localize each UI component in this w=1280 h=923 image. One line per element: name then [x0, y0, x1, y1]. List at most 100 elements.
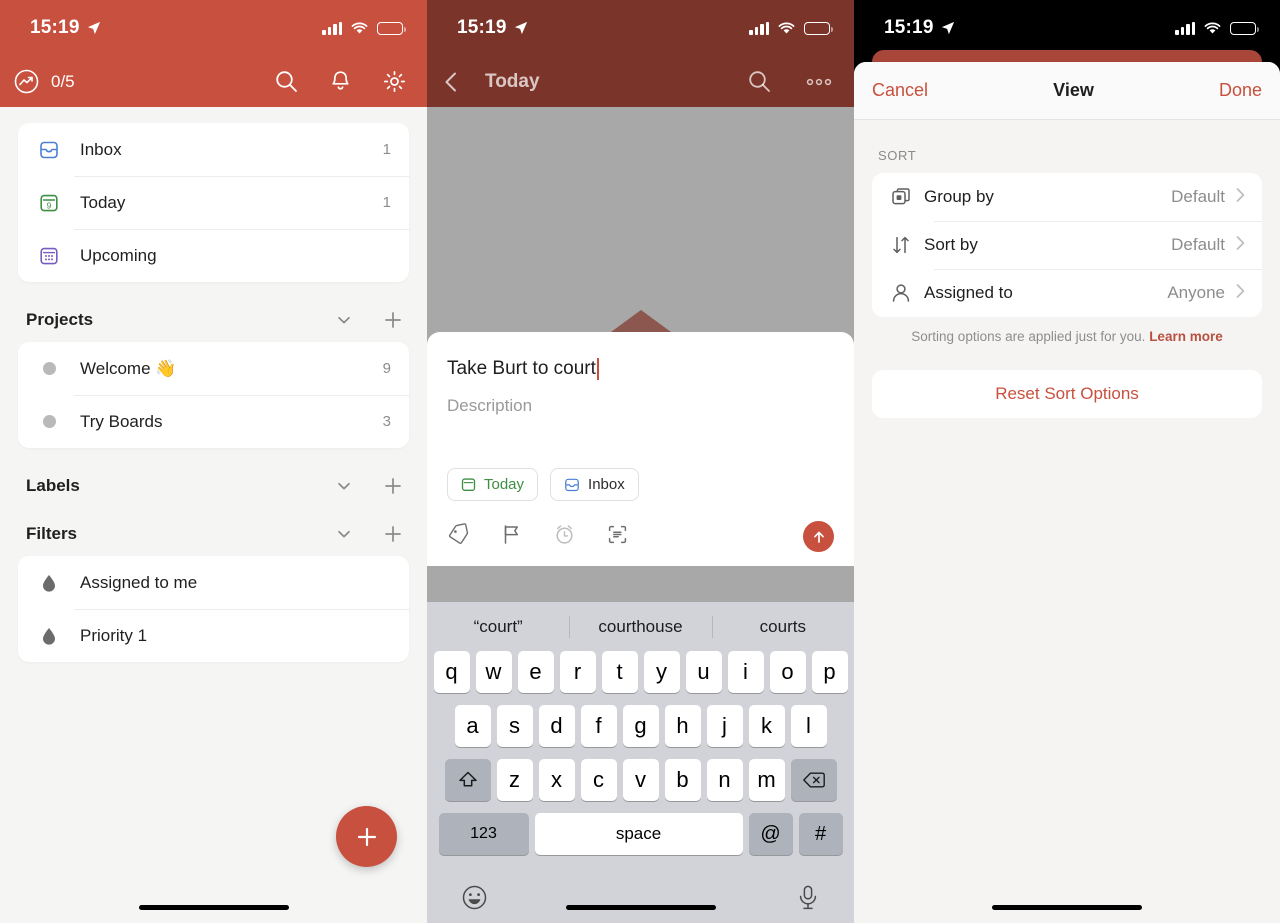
key-x[interactable]: x	[538, 759, 575, 801]
learn-more-link[interactable]: Learn more	[1149, 329, 1223, 344]
key-i[interactable]: i	[727, 651, 764, 693]
project-item-welcome[interactable]: Welcome 👋 9	[18, 342, 409, 395]
key-a[interactable]: a	[454, 705, 491, 747]
suggestion-1[interactable]: courthouse	[569, 617, 711, 637]
chevron-down-icon[interactable]	[335, 525, 353, 543]
backspace-icon[interactable]	[790, 759, 837, 801]
key-n[interactable]: n	[706, 759, 743, 801]
reminder-alarm-icon[interactable]	[553, 523, 576, 551]
key-v[interactable]: v	[622, 759, 659, 801]
key-h[interactable]: h	[664, 705, 701, 747]
chevron-left-icon[interactable]	[439, 69, 465, 95]
project-label: Try Boards	[80, 411, 163, 431]
text-caret	[596, 358, 599, 380]
key-m[interactable]: m	[748, 759, 785, 801]
key-e[interactable]: e	[517, 651, 554, 693]
key-k[interactable]: k	[748, 705, 785, 747]
project-item-try-boards[interactable]: Try Boards 3	[18, 395, 409, 448]
key-l[interactable]: l	[790, 705, 827, 747]
filters-card: Assigned to me Priority 1	[18, 556, 409, 662]
key-y[interactable]: y	[643, 651, 680, 693]
filter-drop-icon	[38, 627, 60, 645]
done-button[interactable]: Done	[1219, 80, 1262, 101]
microphone-icon[interactable]	[796, 884, 820, 911]
bell-icon[interactable]	[328, 69, 353, 94]
location-arrow-icon	[514, 21, 527, 35]
filter-item-assigned-to-me[interactable]: Assigned to me	[18, 556, 409, 609]
reset-sort-options-button[interactable]: Reset Sort Options	[872, 370, 1262, 418]
sidebar-item-upcoming[interactable]: Upcoming	[18, 229, 409, 282]
inbox-tray-icon	[38, 139, 60, 161]
at-key[interactable]: @	[748, 813, 793, 855]
key-j[interactable]: j	[706, 705, 743, 747]
key-p[interactable]: p	[811, 651, 848, 693]
option-value: Default	[1171, 235, 1225, 254]
key-o[interactable]: o	[769, 651, 806, 693]
keyboard-bottom-bar	[427, 867, 854, 923]
chevron-down-icon[interactable]	[335, 311, 353, 329]
plus-icon[interactable]	[383, 524, 403, 544]
label-tag-icon[interactable]	[447, 522, 470, 551]
calendar-upcoming-icon	[38, 245, 60, 267]
status-bar-panel2: 15:19	[427, 0, 854, 56]
sidebar-item-count: 1	[382, 194, 391, 211]
cellular-bars-icon	[749, 21, 769, 35]
gear-icon[interactable]	[382, 69, 407, 94]
task-name-input[interactable]: Take Burt to court	[447, 358, 834, 380]
key-q[interactable]: q	[433, 651, 470, 693]
task-description-input[interactable]: Description	[447, 396, 834, 416]
numbers-key[interactable]: 123	[438, 813, 529, 855]
project-dot-icon	[38, 415, 60, 428]
key-u[interactable]: u	[685, 651, 722, 693]
hash-key[interactable]: #	[798, 813, 843, 855]
sidebar-item-inbox[interactable]: Inbox 1	[18, 123, 409, 176]
status-left: 15:19	[30, 17, 101, 39]
suggestion-2[interactable]: courts	[712, 617, 854, 637]
sidebar-item-label: Inbox	[80, 139, 122, 159]
chevron-down-icon[interactable]	[335, 477, 353, 495]
page-title: Today	[485, 70, 540, 92]
chip-due-date[interactable]: Today	[447, 468, 539, 501]
search-icon[interactable]	[274, 69, 299, 94]
submit-task-button[interactable]	[803, 521, 834, 552]
section-label-sort: SORT	[878, 148, 917, 163]
key-b[interactable]: b	[664, 759, 701, 801]
cancel-button[interactable]: Cancel	[872, 80, 928, 101]
key-c[interactable]: c	[580, 759, 617, 801]
home-indicator	[565, 905, 716, 910]
priority-flag-icon[interactable]	[500, 523, 523, 551]
sidebar-item-label: Upcoming	[80, 245, 157, 265]
chip-project[interactable]: Inbox	[550, 468, 639, 501]
filter-item-priority-1[interactable]: Priority 1	[18, 609, 409, 662]
three-phone-screenshots: 15:19 0/5 Inbox 1 9 Today 1 Upcoming Pro…	[0, 0, 1280, 923]
option-assigned-to[interactable]: Assigned to Anyone	[872, 269, 1262, 317]
status-left: 15:19	[884, 17, 955, 39]
key-d[interactable]: d	[538, 705, 575, 747]
option-sort-by[interactable]: Sort by Default	[872, 221, 1262, 269]
option-group-by[interactable]: Group by Default	[872, 173, 1262, 221]
chevron-right-icon	[1235, 235, 1246, 256]
project-label: Welcome 👋	[80, 358, 177, 378]
key-f[interactable]: f	[580, 705, 617, 747]
emoji-smiley-icon[interactable]	[461, 884, 488, 911]
sort-options-card: Group by Default Sort by Default Assigne…	[872, 173, 1262, 317]
add-task-fab[interactable]	[336, 806, 397, 867]
key-w[interactable]: w	[475, 651, 512, 693]
plus-icon[interactable]	[383, 310, 403, 330]
more-horizontal-icon[interactable]	[806, 77, 832, 87]
battery-icon	[1230, 21, 1259, 35]
key-t[interactable]: t	[601, 651, 638, 693]
shift-up-icon[interactable]	[444, 759, 491, 801]
scan-text-icon[interactable]	[606, 523, 629, 551]
search-icon[interactable]	[747, 69, 772, 94]
suggestion-0[interactable]: “court”	[427, 617, 569, 637]
key-r[interactable]: r	[559, 651, 596, 693]
status-left: 15:19	[457, 17, 528, 39]
plus-icon[interactable]	[383, 476, 403, 496]
space-key[interactable]: space	[534, 813, 743, 855]
sidebar-item-today[interactable]: 9 Today 1	[18, 176, 409, 229]
karma-button[interactable]: 0/5	[14, 69, 75, 94]
key-s[interactable]: s	[496, 705, 533, 747]
key-g[interactable]: g	[622, 705, 659, 747]
key-z[interactable]: z	[496, 759, 533, 801]
